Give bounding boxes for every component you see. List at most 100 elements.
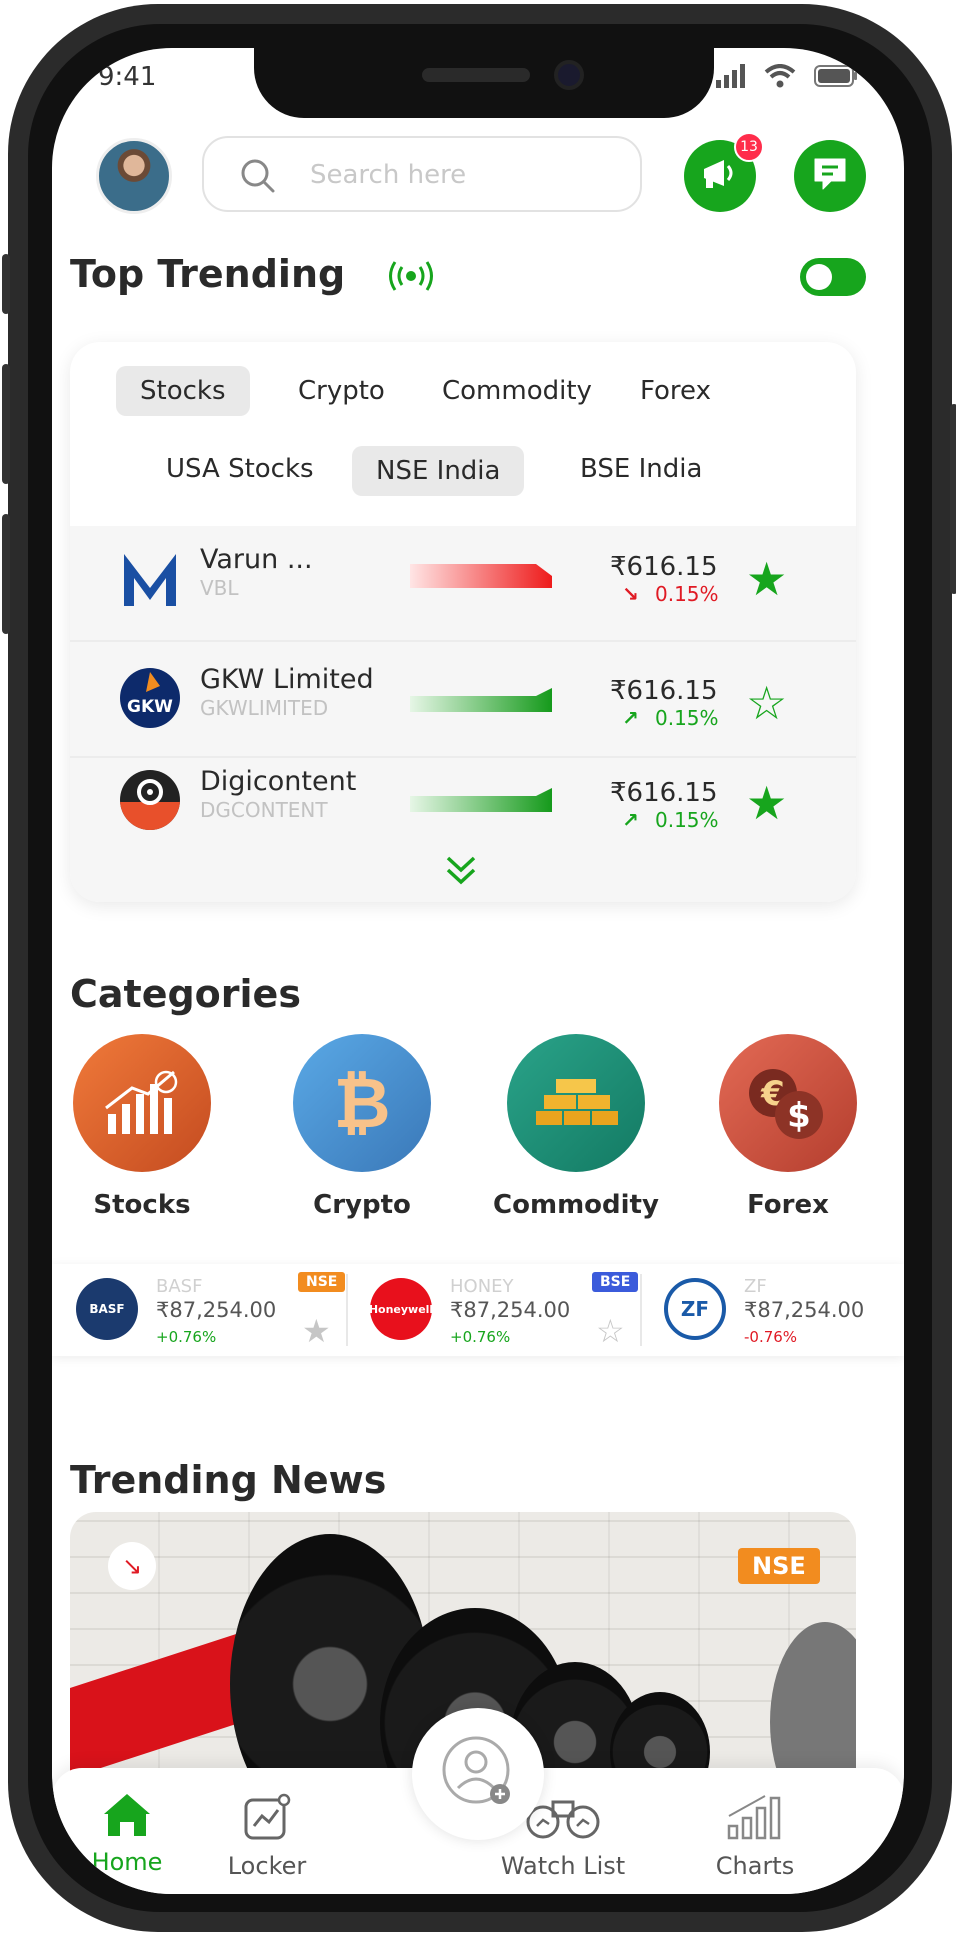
messages-button[interactable]: [794, 140, 866, 212]
category-stocks[interactable]: Stocks: [72, 1034, 212, 1220]
ticker-name: BASF: [156, 1276, 203, 1297]
svg-text:GKW: GKW: [127, 697, 173, 717]
honeywell-logo: Honeywell: [369, 1278, 433, 1340]
trending-news-title: Trending News: [70, 1458, 387, 1502]
category-forex[interactable]: € $ Forex: [718, 1034, 858, 1220]
search-placeholder: Search here: [310, 160, 467, 190]
wifi-icon: [764, 64, 796, 92]
arrow-up-right-icon: ↗: [622, 808, 639, 832]
arrow-down-right-icon: ↘: [622, 582, 639, 606]
digicontent-logo: [120, 770, 180, 830]
tab-forex[interactable]: Forex: [616, 366, 735, 416]
status-time: 9:41: [98, 62, 157, 92]
divider: [346, 1274, 348, 1346]
star-filled-icon[interactable]: ★: [746, 780, 787, 826]
ticker-item-honey[interactable]: Honeywell HONEY ₹87,254.00 +0.76% BSE ☆: [346, 1264, 639, 1356]
ticker-price: ₹87,254.00: [450, 1298, 571, 1322]
user-avatar[interactable]: [96, 138, 172, 214]
star-filled-icon[interactable]: ★: [302, 1312, 331, 1350]
front-camera: [554, 60, 584, 90]
ticker-name: HONEY: [450, 1276, 514, 1297]
stock-symbol: DGCONTENT: [200, 798, 328, 822]
bar-chart-icon: [725, 1795, 785, 1846]
tab-crypto[interactable]: Crypto: [274, 366, 409, 416]
tab-usa-stocks[interactable]: USA Stocks: [142, 444, 338, 494]
category-commodity[interactable]: Commodity: [493, 1034, 659, 1220]
live-toggle[interactable]: [800, 258, 866, 296]
tab-locker[interactable]: Locker: [192, 1792, 342, 1880]
tab-charts[interactable]: Charts: [680, 1792, 830, 1880]
search-input[interactable]: Search here: [202, 136, 642, 212]
category-label: Stocks: [93, 1190, 191, 1220]
categories-title: Categories: [70, 972, 301, 1016]
battery-icon: [814, 65, 858, 91]
notch: [254, 48, 714, 118]
bitcoin-glyph: ₿: [333, 1062, 391, 1144]
megaphone-icon: [700, 156, 740, 196]
stock-symbol: GKWLIMITED: [200, 696, 329, 720]
add-user-icon: [438, 1732, 518, 1816]
category-crypto[interactable]: ₿ Crypto: [292, 1034, 432, 1220]
stock-price: ₹616.15: [610, 778, 718, 808]
basf-logo: BASF: [76, 1278, 138, 1340]
ticker-change: -0.76%: [744, 1328, 798, 1346]
stock-name: Digicontent: [200, 766, 357, 797]
announcements-button[interactable]: 13: [684, 132, 764, 212]
exchange-badge: BSE: [592, 1272, 639, 1292]
trend-down-icon: ↘: [108, 1542, 156, 1590]
trending-row-gkw[interactable]: GKW GKW Limited GKWLIMITED ₹616.15 ↗ 0.1…: [70, 642, 856, 754]
home-icon: [102, 1794, 152, 1842]
tab-label: Charts: [715, 1852, 795, 1880]
tab-stocks[interactable]: Stocks: [116, 366, 250, 416]
stock-change: 0.15%: [655, 706, 719, 730]
trend-bar: [410, 688, 552, 712]
stock-ticker: BASF BASF ₹87,254.00 +0.76% NSE ★ Honeyw…: [52, 1264, 904, 1356]
stock-change: 0.15%: [655, 582, 719, 606]
bitcoin-icon: ₿: [293, 1034, 431, 1172]
stock-change: 0.15%: [655, 808, 719, 832]
category-label: Forex: [747, 1190, 829, 1220]
divider: [640, 1274, 642, 1346]
live-broadcast-icon: [386, 258, 436, 298]
binoculars-icon: [525, 1800, 601, 1846]
tab-nse-india[interactable]: NSE India: [352, 446, 525, 496]
zf-logo: ZF: [664, 1278, 726, 1340]
ticker-change: +0.76%: [450, 1328, 511, 1346]
stock-name: Varun ...: [200, 544, 313, 575]
tab-label: Home: [91, 1848, 163, 1876]
locker-chart-icon: [242, 1793, 292, 1846]
stock-price: ₹616.15: [610, 552, 718, 582]
double-chevron-down-icon[interactable]: [444, 854, 478, 890]
star-filled-icon[interactable]: ★: [746, 556, 787, 602]
category-label: Crypto: [313, 1190, 411, 1220]
notification-count-badge: 13: [734, 132, 764, 162]
stock-symbol: VBL: [200, 576, 239, 600]
ticker-item-zf[interactable]: ZF ZF ₹87,254.00 -0.76%: [640, 1264, 904, 1356]
profile-add-button[interactable]: [412, 1708, 544, 1840]
tab-home[interactable]: Home: [52, 1792, 202, 1876]
category-label: Commodity: [493, 1190, 659, 1220]
power-button: [950, 404, 956, 594]
news-exchange-badge: NSE: [738, 1548, 820, 1584]
trend-bar: [410, 564, 552, 588]
trending-row-varun[interactable]: Varun ... VBL ₹616.15 ↘ 0.15% ★: [70, 526, 856, 638]
svg-text:$: $: [787, 1096, 811, 1136]
tab-commodity[interactable]: Commodity: [418, 366, 616, 416]
star-outline-icon[interactable]: ☆: [596, 1312, 625, 1350]
exchange-badge: NSE: [298, 1272, 346, 1292]
tab-label: Watch List: [500, 1852, 626, 1880]
gold-bars-icon: [507, 1034, 645, 1172]
ticker-name: ZF: [744, 1276, 767, 1297]
volume-up-button: [2, 364, 10, 484]
ticker-price: ₹87,254.00: [744, 1298, 865, 1322]
gkw-logo: GKW: [120, 668, 180, 728]
ticker-item-basf[interactable]: BASF BASF ₹87,254.00 +0.76% NSE ★: [52, 1264, 346, 1356]
top-trending-title: Top Trending: [70, 252, 346, 296]
tab-bse-india[interactable]: BSE India: [556, 444, 726, 494]
top-trending-card: Stocks Crypto Commodity Forex USA Stocks…: [70, 342, 856, 902]
trend-bar: [410, 788, 552, 812]
star-outline-icon[interactable]: ☆: [746, 680, 787, 726]
currency-exchange-icon: € $: [719, 1034, 857, 1172]
tab-label: Locker: [227, 1852, 307, 1880]
app-screen: 9:41 Search here 13 Top Trending Stocks …: [52, 48, 904, 1894]
